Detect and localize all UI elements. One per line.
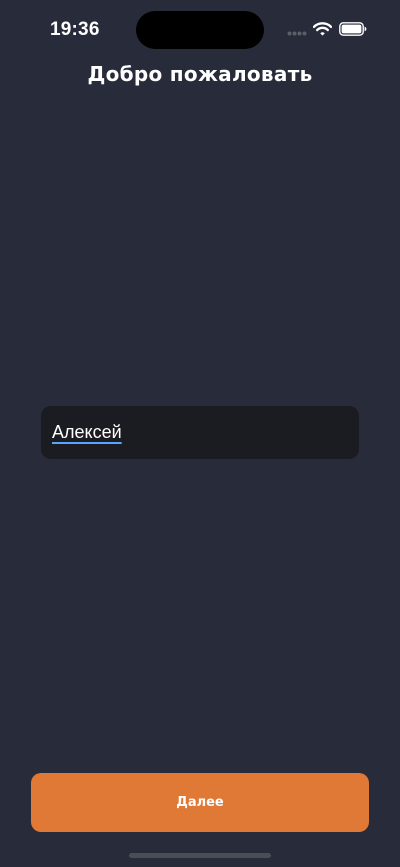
battery-icon — [339, 22, 367, 36]
home-indicator[interactable] — [129, 853, 271, 858]
next-button[interactable]: Далее — [31, 773, 369, 832]
status-time: 19:36 — [50, 19, 100, 40]
status-bar: 19:36 — [0, 0, 400, 60]
page-title: Добро пожаловать — [87, 62, 313, 86]
next-button-label: Далее — [176, 795, 224, 810]
name-input-value[interactable]: Алексей — [52, 422, 122, 443]
wifi-icon — [313, 22, 332, 36]
dynamic-island — [136, 11, 264, 49]
cellular-icon — [287, 31, 307, 36]
name-input[interactable]: Алексей — [41, 406, 359, 459]
